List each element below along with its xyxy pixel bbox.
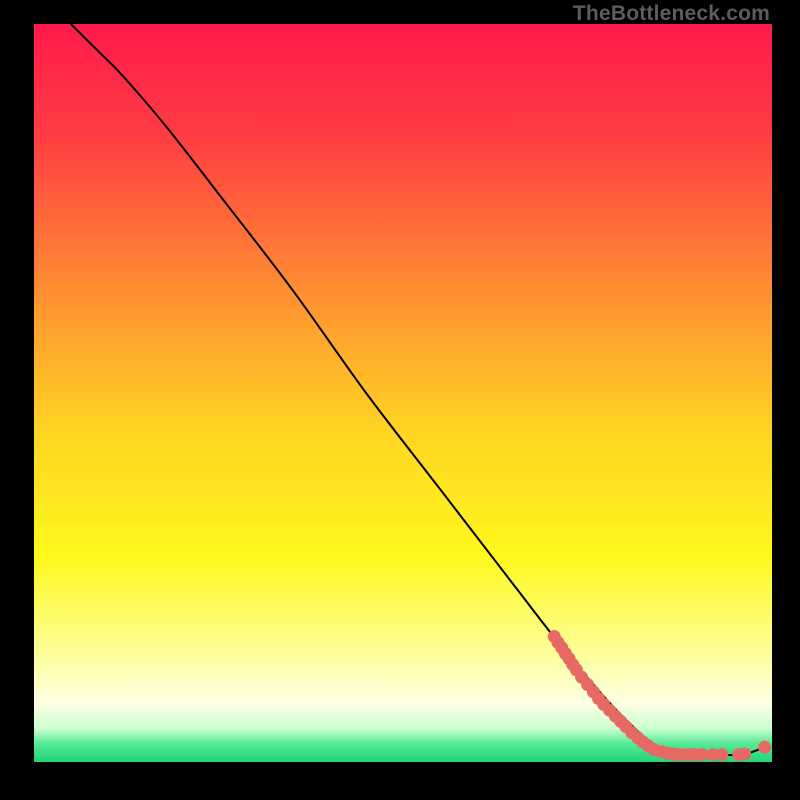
main-curve: [71, 24, 765, 755]
highlight-dot: [695, 748, 708, 761]
plot-area: [34, 24, 772, 762]
highlight-dot: [738, 747, 751, 760]
chart-stage: TheBottleneck.com: [0, 0, 800, 800]
plot-layer: [34, 24, 772, 762]
highlight-dot: [715, 748, 728, 761]
watermark-text: TheBottleneck.com: [573, 2, 770, 26]
highlight-dot: [758, 741, 771, 754]
